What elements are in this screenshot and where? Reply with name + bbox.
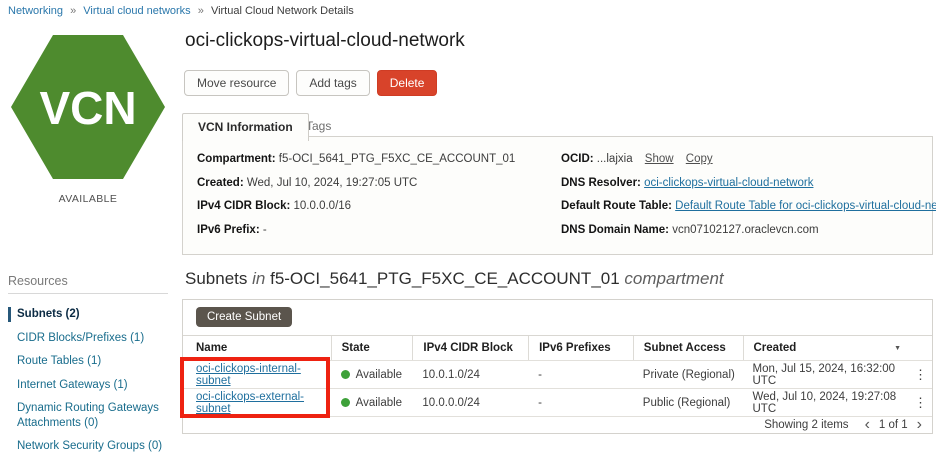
breadcrumb-current: Virtual Cloud Network Details (211, 5, 354, 17)
subnet-link-external[interactable]: oci-clickops-external-subnet (196, 391, 304, 415)
default-route-table-row: Default Route Table: Default Route Table… (561, 200, 936, 212)
ipv6-prefix-row: IPv6 Prefix: - (197, 224, 515, 236)
row-kebab-menu-icon[interactable]: ⋮ (914, 395, 927, 410)
state-value: Available (356, 369, 402, 381)
vcn-icon-label: VCN (39, 82, 136, 134)
next-page-icon[interactable]: › (917, 420, 922, 430)
ocid-row: OCID: ...lajxia Show Copy (561, 153, 936, 165)
tab-vcn-information[interactable]: VCN Information (182, 113, 309, 141)
heading-compartment-word: compartment (624, 269, 723, 288)
resources-heading: Resources (8, 274, 68, 288)
ipv4-cidr-row: IPv4 CIDR Block: 10.0.0.0/16 (197, 200, 515, 212)
status-badge: AVAILABLE (8, 193, 168, 205)
page-indicator: 1 of 1 (879, 419, 908, 431)
info-column-left: Compartment: f5-OCI_5641_PTG_F5XC_CE_ACC… (197, 153, 515, 247)
column-header-ipv4-cidr[interactable]: IPv4 CIDR Block (412, 336, 528, 360)
create-subnet-button[interactable]: Create Subnet (196, 307, 292, 327)
prev-page-icon[interactable]: ‹ (865, 420, 870, 430)
sidebar-item-cidr-blocks[interactable]: CIDR Blocks/Prefixes (1) (8, 331, 174, 346)
sidebar-item-network-security-groups[interactable]: Network Security Groups (0) (8, 439, 174, 454)
ocid-show-link[interactable]: Show (645, 153, 674, 165)
delete-button[interactable]: Delete (377, 70, 438, 96)
subnets-toolbar: Create Subnet (183, 300, 932, 336)
dns-domain-row: DNS Domain Name: vcn07102127.oraclevcn.c… (561, 224, 936, 236)
access-cell: Private (Regional) (633, 369, 743, 381)
dns-resolver-link[interactable]: oci-clickops-virtual-cloud-network (644, 177, 813, 189)
state-cell: Available (331, 397, 413, 409)
sort-desc-icon[interactable]: ▼ (894, 345, 901, 352)
ipv4-cidr-value: 10.0.0.0/16 (294, 200, 352, 212)
created-value: Wed, Jul 10, 2024, 19:27:05 UTC (247, 177, 417, 189)
column-header-actions (909, 336, 932, 360)
column-header-name[interactable]: Name (183, 342, 331, 354)
vcn-hexagon-icon: VCN (8, 28, 168, 191)
subnets-section-heading: Subnets in f5-OCI_5641_PTG_F5XC_CE_ACCOU… (185, 269, 724, 289)
created-label: Created: (197, 177, 244, 189)
table-row: oci-clickops-external-subnet Available 1… (183, 388, 932, 416)
sidebar-item-subnets[interactable]: Subnets (2) (8, 307, 174, 322)
ipv4-cell: 10.0.1.0/24 (412, 369, 528, 381)
breadcrumb-virtual-cloud-networks[interactable]: Virtual cloud networks (83, 5, 190, 17)
subnet-link-internal[interactable]: oci-clickops-internal-subnet (196, 363, 301, 387)
ocid-value: ...lajxia (597, 153, 633, 165)
dns-domain-value: vcn07102127.oraclevcn.com (672, 224, 818, 236)
dns-resolver-row: DNS Resolver: oci-clickops-virtual-cloud… (561, 177, 936, 189)
breadcrumb: Networking » Virtual cloud networks » Vi… (8, 5, 354, 17)
resources-list: Subnets (2) CIDR Blocks/Prefixes (1) Rou… (8, 307, 174, 463)
dns-domain-label: DNS Domain Name: (561, 224, 669, 236)
column-header-ipv6-prefixes[interactable]: IPv6 Prefixes (528, 336, 633, 360)
available-status-icon (341, 370, 350, 379)
ipv6-cell: - (528, 369, 633, 381)
heading-in: in (252, 269, 265, 288)
vcn-information-panel: Compartment: f5-OCI_5641_PTG_F5XC_CE_ACC… (182, 136, 933, 255)
ocid-copy-link[interactable]: Copy (686, 153, 713, 165)
compartment-row: Compartment: f5-OCI_5641_PTG_F5XC_CE_ACC… (197, 153, 515, 165)
default-route-table-label: Default Route Table: (561, 200, 672, 212)
available-status-icon (341, 398, 350, 407)
ipv4-cidr-label: IPv4 CIDR Block: (197, 200, 290, 212)
column-header-state[interactable]: State (331, 336, 413, 360)
add-tags-button[interactable]: Add tags (296, 70, 369, 96)
table-footer: Showing 2 items ‹ 1 of 1 › (183, 416, 932, 433)
column-header-created[interactable]: Created ▼ (743, 336, 910, 360)
state-cell: Available (331, 369, 413, 381)
compartment-value: f5-OCI_5641_PTG_F5XC_CE_ACCOUNT_01 (279, 153, 516, 165)
sidebar-item-drg-attachments[interactable]: Dynamic Routing Gateways Attachments (0) (8, 401, 174, 430)
heading-compartment-name: f5-OCI_5641_PTG_F5XC_CE_ACCOUNT_01 (270, 269, 620, 288)
dns-resolver-label: DNS Resolver: (561, 177, 641, 189)
created-row: Created: Wed, Jul 10, 2024, 19:27:05 UTC (197, 177, 515, 189)
showing-items-text: Showing 2 items (764, 419, 848, 431)
column-header-subnet-access[interactable]: Subnet Access (633, 336, 743, 360)
row-kebab-menu-icon[interactable]: ⋮ (914, 367, 927, 382)
sidebar-item-internet-gateways[interactable]: Internet Gateways (1) (8, 378, 174, 393)
breadcrumb-separator: » (198, 5, 204, 17)
created-cell: Wed, Jul 10, 2024, 19:27:08 UTC (743, 391, 910, 415)
pagination: ‹ 1 of 1 › (865, 419, 922, 431)
ipv6-cell: - (528, 397, 633, 409)
subnets-table-card: Create Subnet Name State IPv4 CIDR Block… (182, 299, 933, 434)
move-resource-button[interactable]: Move resource (184, 70, 289, 96)
compartment-label: Compartment: (197, 153, 276, 165)
info-column-right: OCID: ...lajxia Show Copy DNS Resolver: … (561, 153, 936, 247)
ocid-label: OCID: (561, 153, 594, 165)
sidebar-item-route-tables[interactable]: Route Tables (1) (8, 354, 174, 369)
subnets-table-header: Name State IPv4 CIDR Block IPv6 Prefixes… (183, 336, 932, 360)
ipv6-prefix-label: IPv6 Prefix: (197, 224, 260, 236)
ipv6-prefix-value: - (263, 224, 267, 236)
default-route-table-link[interactable]: Default Route Table for oci-clickops-vir… (675, 200, 936, 212)
created-header-label: Created (754, 342, 797, 354)
action-buttons: Move resource Add tags Delete (184, 70, 437, 96)
breadcrumb-separator: » (70, 5, 76, 17)
table-row: oci-clickops-internal-subnet Available 1… (183, 360, 932, 388)
created-cell: Mon, Jul 15, 2024, 16:32:00 UTC (743, 363, 910, 387)
access-cell: Public (Regional) (633, 397, 743, 409)
breadcrumb-networking[interactable]: Networking (8, 5, 63, 17)
ipv4-cell: 10.0.0.0/24 (412, 397, 528, 409)
heading-subnets: Subnets (185, 269, 247, 288)
state-value: Available (356, 397, 402, 409)
resources-divider (8, 293, 168, 294)
page-title: oci-clickops-virtual-cloud-network (185, 30, 465, 52)
